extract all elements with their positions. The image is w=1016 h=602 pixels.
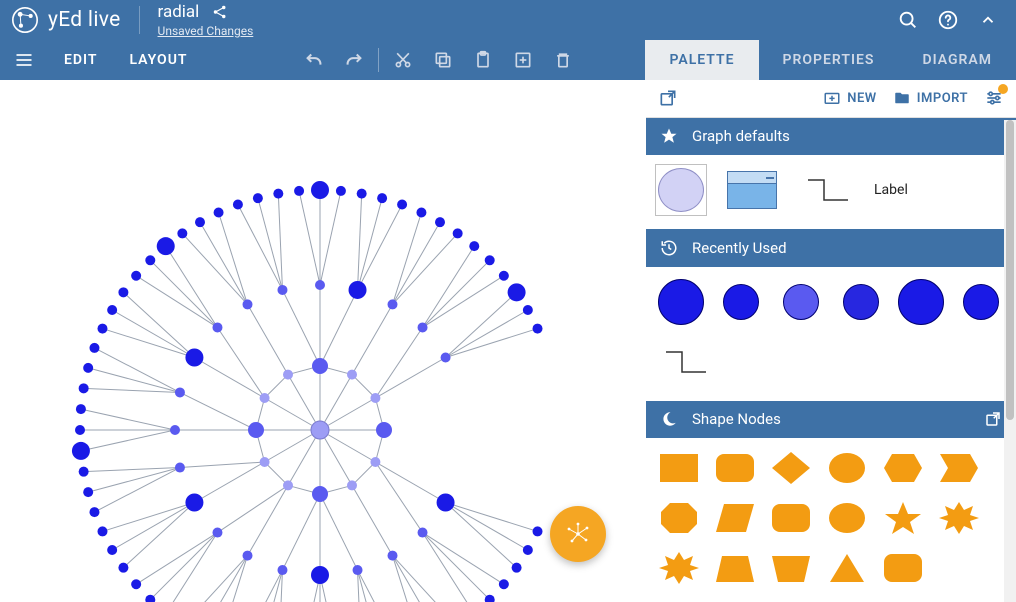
- shape-item-roundrect[interactable]: [712, 448, 758, 488]
- copy-button[interactable]: [423, 40, 463, 80]
- folder-icon: [893, 89, 911, 107]
- undo-button[interactable]: [294, 40, 334, 80]
- shape-item-ellipse[interactable]: [824, 498, 870, 538]
- filter-badge: [998, 84, 1008, 94]
- shape-item-rect[interactable]: [656, 448, 702, 488]
- tab-diagram[interactable]: DIAGRAM: [898, 40, 1016, 80]
- section-header-recent[interactable]: Recently Used: [646, 229, 1016, 266]
- side-tabs: PALETTE PROPERTIES DIAGRAM: [645, 40, 1016, 80]
- titlebar: yEd live radial Unsaved Changes: [0, 0, 1016, 40]
- shape-item-trapezoid2[interactable]: [768, 548, 814, 588]
- add-button[interactable]: [503, 40, 543, 80]
- app-name: yEd live: [48, 8, 121, 32]
- panel-scrollbar[interactable]: [1004, 120, 1016, 602]
- shape-item-parallelogram[interactable]: [712, 498, 758, 538]
- share-icon[interactable]: [211, 3, 229, 21]
- default-group[interactable]: [716, 165, 788, 215]
- overview-icon: [563, 519, 593, 549]
- menu-button[interactable]: [0, 40, 48, 80]
- chevron-up-icon: [979, 11, 997, 29]
- add-box-icon: [513, 50, 533, 70]
- palette-toolbar: NEW IMPORT: [646, 80, 1016, 118]
- defaults-body: Label: [646, 155, 1016, 229]
- shape-item-ellipse[interactable]: [824, 448, 870, 488]
- tab-properties[interactable]: PROPERTIES: [759, 40, 899, 80]
- menu-layout[interactable]: LAYOUT: [113, 52, 203, 68]
- filter-button[interactable]: [984, 88, 1004, 108]
- default-edge[interactable]: [798, 165, 858, 215]
- delete-button[interactable]: [543, 40, 583, 80]
- recent-item[interactable]: [836, 277, 886, 327]
- graph-canvas[interactable]: [0, 80, 646, 602]
- shape-item-roundrect[interactable]: [768, 498, 814, 538]
- shape-item-diamond[interactable]: [768, 448, 814, 488]
- recent-item[interactable]: [656, 337, 716, 387]
- toolbar: EDIT LAYOUT PALETTE PROPERTIES DIAGRAM: [0, 40, 1016, 80]
- new-section-button[interactable]: NEW: [823, 89, 876, 107]
- recent-item[interactable]: [776, 277, 826, 327]
- hamburger-icon: [14, 50, 34, 70]
- tab-palette[interactable]: PALETTE: [645, 40, 758, 80]
- overview-fab[interactable]: [550, 506, 606, 562]
- recent-item[interactable]: [956, 277, 1006, 327]
- search-icon: [897, 9, 919, 31]
- app-logo[interactable]: yEd live: [12, 6, 140, 34]
- import-label: IMPORT: [917, 91, 968, 106]
- paste-icon: [473, 50, 493, 70]
- shapes-title: Shape Nodes: [692, 410, 781, 428]
- menu-edit[interactable]: EDIT: [48, 52, 113, 68]
- palette-panel: NEW IMPORT Graph defaults: [646, 80, 1016, 602]
- shape-item-star[interactable]: [880, 498, 926, 538]
- redo-icon: [343, 49, 365, 71]
- section-header-defaults[interactable]: Graph defaults: [646, 118, 1016, 155]
- recent-item[interactable]: [896, 277, 946, 327]
- redo-button[interactable]: [334, 40, 374, 80]
- cut-icon: [393, 50, 413, 70]
- collapse-button[interactable]: [968, 0, 1008, 40]
- shape-item-roundrect[interactable]: [880, 548, 926, 588]
- shape-item-hexagon[interactable]: [880, 448, 926, 488]
- yed-logo-icon: [12, 7, 38, 33]
- new-folder-icon: [823, 89, 841, 107]
- default-node-ellipse[interactable]: [656, 165, 706, 215]
- popout-icon: [658, 88, 678, 108]
- trash-icon: [553, 50, 573, 70]
- shape-item-burst[interactable]: [656, 548, 702, 588]
- section-header-shapes[interactable]: Shape Nodes: [646, 401, 1016, 438]
- moon-icon: [660, 410, 678, 428]
- shapes-body: [646, 438, 1016, 602]
- default-label[interactable]: Label: [868, 165, 914, 215]
- default-label-text: Label: [874, 182, 908, 198]
- radial-graph: [0, 80, 646, 602]
- recent-title: Recently Used: [692, 239, 787, 257]
- shape-item-burst[interactable]: [936, 498, 982, 538]
- shape-item-triangle[interactable]: [824, 548, 870, 588]
- import-button[interactable]: IMPORT: [893, 89, 968, 107]
- recent-body: [646, 267, 1016, 401]
- recent-item[interactable]: [656, 277, 706, 327]
- document-info: radial Unsaved Changes: [140, 2, 254, 38]
- copy-icon: [433, 50, 453, 70]
- history-icon: [660, 239, 678, 257]
- paste-button[interactable]: [463, 40, 503, 80]
- popout-icon[interactable]: [984, 410, 1002, 428]
- new-label: NEW: [847, 91, 876, 106]
- document-title[interactable]: radial: [158, 2, 200, 22]
- detach-button[interactable]: [658, 88, 678, 108]
- edge-icon: [804, 174, 852, 206]
- defaults-title: Graph defaults: [692, 127, 790, 145]
- search-button[interactable]: [888, 0, 928, 40]
- scroll-thumb[interactable]: [1006, 120, 1014, 420]
- undo-icon: [303, 49, 325, 71]
- shape-item-trapezoid[interactable]: [712, 548, 758, 588]
- unsaved-changes-link[interactable]: Unsaved Changes: [158, 24, 254, 38]
- shape-item-octagon[interactable]: [656, 498, 702, 538]
- help-icon: [937, 9, 959, 31]
- shape-item-step[interactable]: [936, 448, 982, 488]
- help-button[interactable]: [928, 0, 968, 40]
- cut-button[interactable]: [383, 40, 423, 80]
- star-icon: [660, 127, 678, 145]
- recent-item[interactable]: [716, 277, 766, 327]
